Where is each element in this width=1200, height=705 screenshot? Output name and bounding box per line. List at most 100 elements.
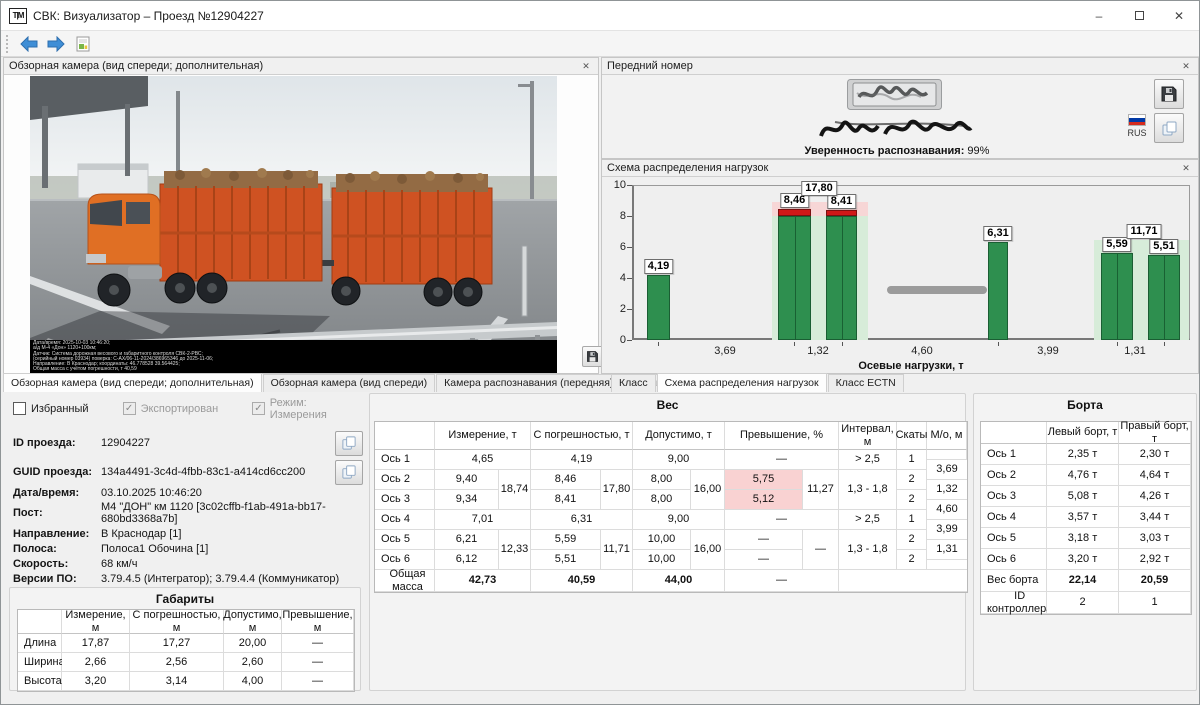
report-document-icon: [76, 36, 90, 52]
license-plate-image: [847, 79, 942, 110]
detail-row-4: Направление:В Краснодар [1]: [13, 526, 363, 541]
camera-content: Дата/время: 2025-10-03 10:46:20;а/д М-4 …: [4, 75, 598, 373]
tab-camera-2[interactable]: Камера распознавания (передняя): [436, 374, 621, 392]
sides-value: 4,76 т: [1047, 465, 1119, 486]
forward-button[interactable]: [44, 33, 68, 55]
axle-spacing-label: 4,60: [911, 345, 932, 357]
photo-overlay-line: Общая масса с учётом погрешности, т 40,5…: [33, 367, 557, 372]
weight-header: Допустимо, т: [633, 422, 725, 450]
dims-header: Допустимо, м: [224, 610, 282, 634]
chart-panel-close-icon[interactable]: ✕: [1179, 163, 1193, 174]
controller-id: 2: [1047, 592, 1119, 614]
total-excess: —: [725, 570, 839, 592]
toolbar-grip: [6, 35, 10, 53]
camera-panel-title: Обзорная камера (вид спереди; дополнител…: [9, 60, 263, 72]
copy-icon: [1161, 120, 1178, 137]
save-plate-button[interactable]: [1154, 79, 1184, 109]
truck-photo: Дата/время: 2025-10-03 10:46:20;а/д М-4 …: [30, 76, 557, 373]
detail-row-6: Скорость:68 км/ч: [13, 556, 363, 571]
dimensions-section: Габариты Измерение, мС погрешностью, мДо…: [9, 587, 361, 691]
plate-panel-close-icon[interactable]: ✕: [1179, 61, 1193, 72]
axle-spacing-label: 1,31: [1124, 345, 1145, 357]
copy-button[interactable]: [335, 431, 363, 456]
group-total-label: 11,71: [1127, 224, 1162, 239]
axle-interval: > 2,5: [839, 510, 897, 530]
camera-panel-close-icon[interactable]: ✕: [579, 61, 593, 72]
y-axis-tick-label: 2: [606, 303, 626, 315]
group-allowed: 16,00: [691, 530, 725, 570]
group-interval: 1,3 - 1,8: [839, 530, 897, 570]
y-axis-tick-label: 0: [606, 334, 626, 346]
axle-allowed: 9,00: [633, 450, 725, 470]
sides-value: 2,30 т: [1119, 444, 1191, 465]
y-axis-tick: [627, 216, 632, 217]
x-axis-tick: [794, 342, 795, 346]
dims-row-label: Высота: [18, 672, 62, 691]
dims-value: —: [282, 672, 354, 691]
controller-label: ID контроллера: [981, 592, 1047, 614]
report-button[interactable]: [71, 33, 95, 55]
close-button[interactable]: ✕: [1159, 1, 1199, 30]
checked-checkbox-icon: ✓: [252, 402, 265, 415]
tab-camera-0[interactable]: Обзорная камера (вид спереди; дополнител…: [3, 373, 262, 392]
save-image-button[interactable]: [582, 346, 603, 367]
tab-analysis-2[interactable]: Класс ECTN: [828, 374, 904, 392]
maximize-button[interactable]: [1119, 1, 1159, 30]
lower-area: Избранный✓Экспортирован✓Режим: Измерения…: [1, 392, 1199, 704]
dims-value: 3,20: [62, 672, 130, 691]
confidence-value: 99%: [967, 145, 989, 157]
checkbox-label: Избранный: [31, 403, 89, 415]
group-allowed: 16,00: [691, 470, 725, 510]
photo-metadata-overlay: Дата/время: 2025-10-03 10:46:20;а/д М-4 …: [30, 340, 557, 373]
sides-value: 3,44 т: [1119, 507, 1191, 528]
tab-analysis-0[interactable]: Класс: [611, 374, 656, 392]
detail-label: Полоса:: [13, 543, 101, 555]
dims-value: —: [282, 634, 354, 653]
bar-value-label: 8,41: [827, 194, 856, 209]
axle-measured: 7,01: [435, 510, 531, 530]
dims-value: 20,00: [224, 634, 282, 653]
axle-allowed: 10,00: [633, 550, 691, 570]
axle-allowed: 9,00: [633, 510, 725, 530]
detail-label: Направление:: [13, 528, 101, 540]
recognition-confidence: Уверенность распознавания: 99%: [772, 145, 1022, 157]
axle-tires: 1: [897, 510, 927, 530]
dims-header: Превышение, м: [282, 610, 354, 634]
axle-label: Ось 6: [375, 550, 435, 570]
detail-row-2: Дата/время:03.10.2025 10:46:20: [13, 485, 363, 500]
y-axis-tick-label: 4: [606, 272, 626, 284]
minimize-button[interactable]: –: [1079, 1, 1119, 30]
checkbox-0[interactable]: Избранный: [13, 401, 89, 416]
dims-header: Измерение, м: [62, 610, 130, 634]
axle-measured: 6,12: [435, 550, 499, 570]
app-logo-icon: Т|М: [9, 8, 27, 24]
plate-panel-title: Передний номер: [607, 60, 693, 72]
y-axis-tick: [627, 340, 632, 341]
total-label: Общая масса: [375, 570, 435, 592]
camera-tabbar: Обзорная камера (вид спереди; дополнител…: [3, 374, 705, 392]
copy-button[interactable]: [335, 460, 363, 485]
detail-value: В Краснодар [1]: [101, 528, 363, 540]
checkbox-2: ✓Режим: Измерения: [252, 401, 363, 416]
copy-plate-button[interactable]: [1154, 113, 1184, 143]
tab-analysis-1[interactable]: Схема распределения нагрузок: [657, 373, 827, 392]
axle-tires: 2: [897, 490, 927, 510]
axle-with-error: 8,41: [531, 490, 601, 510]
axle-with-error: 8,46: [531, 470, 601, 490]
tab-camera-1[interactable]: Обзорная камера (вид спереди): [263, 374, 436, 392]
detail-value: 03.10.2025 10:46:20: [101, 487, 363, 499]
y-axis-tick: [627, 185, 632, 186]
sides-total-value: 20,59: [1119, 570, 1191, 592]
axle-spacing: 1,31: [927, 540, 967, 560]
sides-axle-label: Ось 2: [981, 465, 1047, 486]
total-allowed: 44,00: [633, 570, 725, 592]
bar-value-label: 5,51: [1149, 239, 1178, 254]
detail-label: Скорость:: [13, 558, 101, 570]
chart-panel-header: Схема распределения нагрузок ✕: [602, 160, 1198, 177]
x-axis-tick: [842, 342, 843, 346]
axle-label: Ось 3: [375, 490, 435, 510]
checked-checkbox-icon: ✓: [123, 402, 136, 415]
dims-value: 2,56: [130, 653, 224, 672]
weight-header: Скаты: [897, 422, 927, 450]
back-button[interactable]: [17, 33, 41, 55]
